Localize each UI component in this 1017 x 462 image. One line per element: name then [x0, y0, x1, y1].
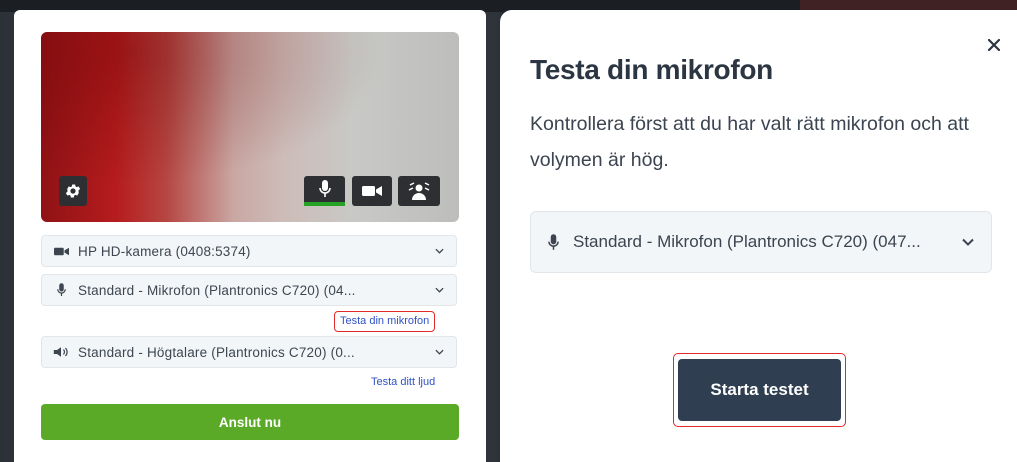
dialog-microphone-select[interactable]: Standard - Mikrofon (Plantronics C720) (… — [530, 211, 992, 273]
background-blur-icon — [408, 182, 430, 200]
microphone-select[interactable]: Standard - Mikrofon (Plantronics C720) (… — [41, 274, 457, 306]
chevron-down-icon — [432, 287, 446, 293]
chevron-down-icon — [959, 238, 977, 246]
dialog-microphone-select-value: Standard - Mikrofon (Plantronics C720) (… — [573, 232, 921, 251]
microphone-icon — [318, 180, 331, 197]
chevron-down-icon — [432, 349, 446, 355]
camera-preview — [41, 32, 459, 222]
close-icon — [988, 39, 1000, 51]
camera-select-value: HP HD-kamera (0408:5374) — [78, 243, 251, 259]
microphone-icon — [52, 283, 70, 297]
microphone-select-value: Standard - Mikrofon (Plantronics C720) (… — [78, 282, 356, 298]
settings-button[interactable] — [59, 176, 87, 206]
start-test-button[interactable]: Starta testet — [678, 359, 841, 421]
speaker-select-value: Standard - Högtalare (Plantronics C720) … — [78, 344, 355, 360]
toggle-camera-button[interactable] — [352, 176, 392, 206]
background-effects-button[interactable] — [398, 176, 440, 206]
chevron-down-icon — [432, 248, 446, 254]
device-preview-panel: HP HD-kamera (0408:5374) Standard - Mikr… — [14, 10, 486, 462]
speaker-icon — [52, 346, 70, 358]
dialog-title: Testa din mikrofon — [530, 54, 773, 85]
camera-select[interactable]: HP HD-kamera (0408:5374) — [41, 235, 457, 267]
dialog-description: Kontrollera först att du har valt rätt m… — [530, 113, 969, 171]
test-microphone-dialog: Testa din mikrofon Kontrollera först att… — [500, 10, 1017, 462]
gear-icon — [65, 184, 81, 198]
close-button[interactable] — [984, 35, 1004, 55]
test-sound-link[interactable]: Testa ditt ljud — [371, 376, 435, 388]
video-camera-icon — [362, 186, 382, 196]
connect-now-button[interactable]: Anslut nu — [41, 404, 459, 440]
start-test-highlight: Starta testet — [673, 353, 846, 427]
mute-microphone-button[interactable] — [304, 176, 345, 206]
microphone-icon — [545, 233, 561, 251]
video-camera-icon — [52, 247, 70, 256]
test-microphone-link[interactable]: Testa din mikrofon — [334, 311, 436, 332]
speaker-select[interactable]: Standard - Högtalare (Plantronics C720) … — [41, 336, 457, 368]
